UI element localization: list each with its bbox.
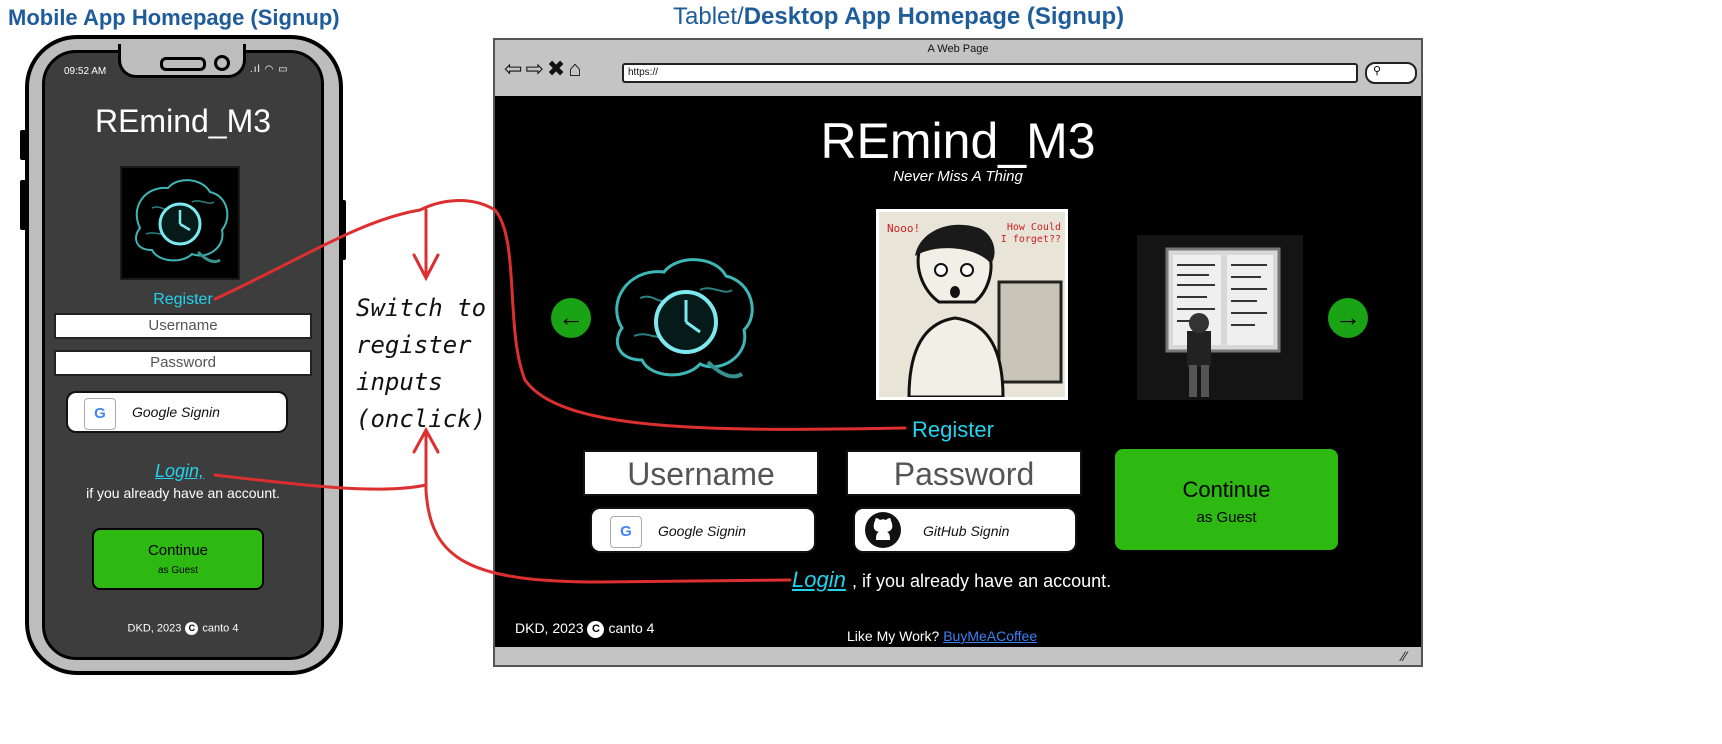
carousel-image-comic: Nooo! How Could I forget??: [876, 209, 1068, 400]
annotation-line: register: [356, 331, 472, 359]
footer-version: canto 4: [608, 620, 655, 636]
comic-text-left: Nooo!: [887, 222, 921, 235]
search-icon: ⚲: [1373, 65, 1382, 77]
google-signin-button[interactable]: G Google Signin: [66, 391, 288, 433]
notice-board-illustration: [1165, 247, 1281, 397]
google-icon: G: [610, 516, 642, 548]
carousel-image-brain-clock: [600, 242, 770, 392]
continue-label: Continue: [147, 542, 209, 559]
browser-tab-title: A Web Page: [927, 43, 989, 55]
forward-icon[interactable]: ⇨: [525, 56, 546, 81]
status-bar-icons: .ıl ◠ ▭: [250, 64, 289, 75]
annotation-note: Switch to register inputs (onclick): [356, 290, 486, 438]
google-signin-label: Google Signin: [658, 523, 746, 539]
app-title: REmind_M3: [820, 113, 1096, 169]
arrow-left-icon: ←: [558, 302, 584, 332]
continue-label: Continue: [1182, 477, 1271, 502]
password-field[interactable]: Password: [846, 450, 1082, 496]
username-field[interactable]: Username: [54, 313, 312, 339]
phone-side-button: [340, 200, 346, 260]
desktop-section-heading: Tablet/Desktop App Homepage (Signup): [673, 3, 1125, 30]
phone-camera: [214, 55, 230, 71]
like-work-text: Like My Work?: [847, 628, 940, 644]
register-arrow-head: [412, 253, 440, 282]
brain-clock-logo: [120, 166, 240, 280]
resize-grip-icon[interactable]: ⁄⁄: [1402, 648, 1407, 664]
battery-icon: ▭: [278, 64, 289, 75]
annotation-line: inputs: [356, 368, 443, 396]
phone-side-button: [20, 180, 26, 230]
carousel-prev-button[interactable]: ←: [551, 298, 591, 338]
comic-text-right: How Could I forget??: [1000, 222, 1061, 245]
google-signin-label: Google Signin: [132, 404, 220, 420]
register-link[interactable]: Register: [42, 291, 324, 309]
carousel-image-notice-board: [1137, 235, 1303, 400]
close-icon[interactable]: ✖: [547, 56, 568, 81]
copyright-icon: C: [587, 620, 605, 638]
register-link[interactable]: Register: [912, 417, 994, 443]
footer-author: DKD, 2023: [515, 620, 584, 636]
continue-as-guest-button[interactable]: Continue as Guest: [1113, 447, 1340, 552]
wifi-icon: ◠: [264, 64, 275, 75]
github-signin-button[interactable]: GitHub Signin: [853, 507, 1077, 553]
home-icon[interactable]: ⌂: [568, 56, 584, 81]
app-tagline: Never Miss A Thing: [893, 168, 1023, 185]
copyright-icon: C: [185, 622, 199, 635]
browser-nav-buttons: ⇦⇨✖⌂: [504, 56, 585, 82]
mobile-section-heading: Mobile App Homepage (Signup): [8, 5, 340, 30]
browser-search-button[interactable]: ⚲: [1365, 62, 1417, 84]
status-bar-time: 09:52 AM: [64, 66, 107, 77]
login-hint-text: , if you already have an account.: [852, 571, 1112, 591]
password-field[interactable]: Password: [54, 350, 312, 376]
app-title: REmind_M3: [94, 103, 272, 139]
footer-version: canto 4: [202, 622, 239, 635]
annotation-line: (onclick): [356, 405, 487, 433]
arrow-right-icon: →: [1335, 302, 1361, 332]
google-icon: G: [84, 398, 116, 430]
login-link[interactable]: Login: [792, 567, 846, 593]
github-icon: [865, 512, 901, 548]
buy-me-a-coffee-link[interactable]: BuyMeACoffee: [943, 628, 1037, 644]
annotation-line: Switch to: [356, 294, 487, 322]
username-field[interactable]: Username: [583, 450, 819, 496]
phone-speaker: [160, 57, 206, 71]
login-link[interactable]: Login,: [155, 461, 204, 482]
signal-icon: .ıl: [250, 64, 261, 75]
continue-sublabel: as Guest: [1196, 509, 1257, 526]
support-line: Like My Work? BuyMeACoffee: [847, 628, 1037, 644]
google-signin-button[interactable]: G Google Signin: [590, 507, 816, 553]
desktop-footer: DKD, 2023 Ccanto 4: [515, 620, 654, 638]
address-bar[interactable]: https://: [622, 63, 1358, 83]
brain-clock-icon: [615, 258, 754, 379]
phone-side-button: [20, 130, 26, 160]
continue-sublabel: as Guest: [157, 565, 199, 576]
login-hint-text: if you already have an account.: [86, 485, 280, 501]
github-signin-label: GitHub Signin: [923, 523, 1010, 539]
footer-author: DKD, 2023: [127, 622, 182, 635]
continue-as-guest-button[interactable]: Continue as Guest: [92, 528, 264, 590]
back-icon[interactable]: ⇦: [504, 56, 525, 81]
browser-status-bar: [495, 647, 1421, 665]
carousel-next-button[interactable]: →: [1328, 298, 1368, 338]
brain-clock-icon: [135, 179, 229, 264]
mobile-footer: DKD, 2023 Ccanto 4: [42, 622, 324, 635]
